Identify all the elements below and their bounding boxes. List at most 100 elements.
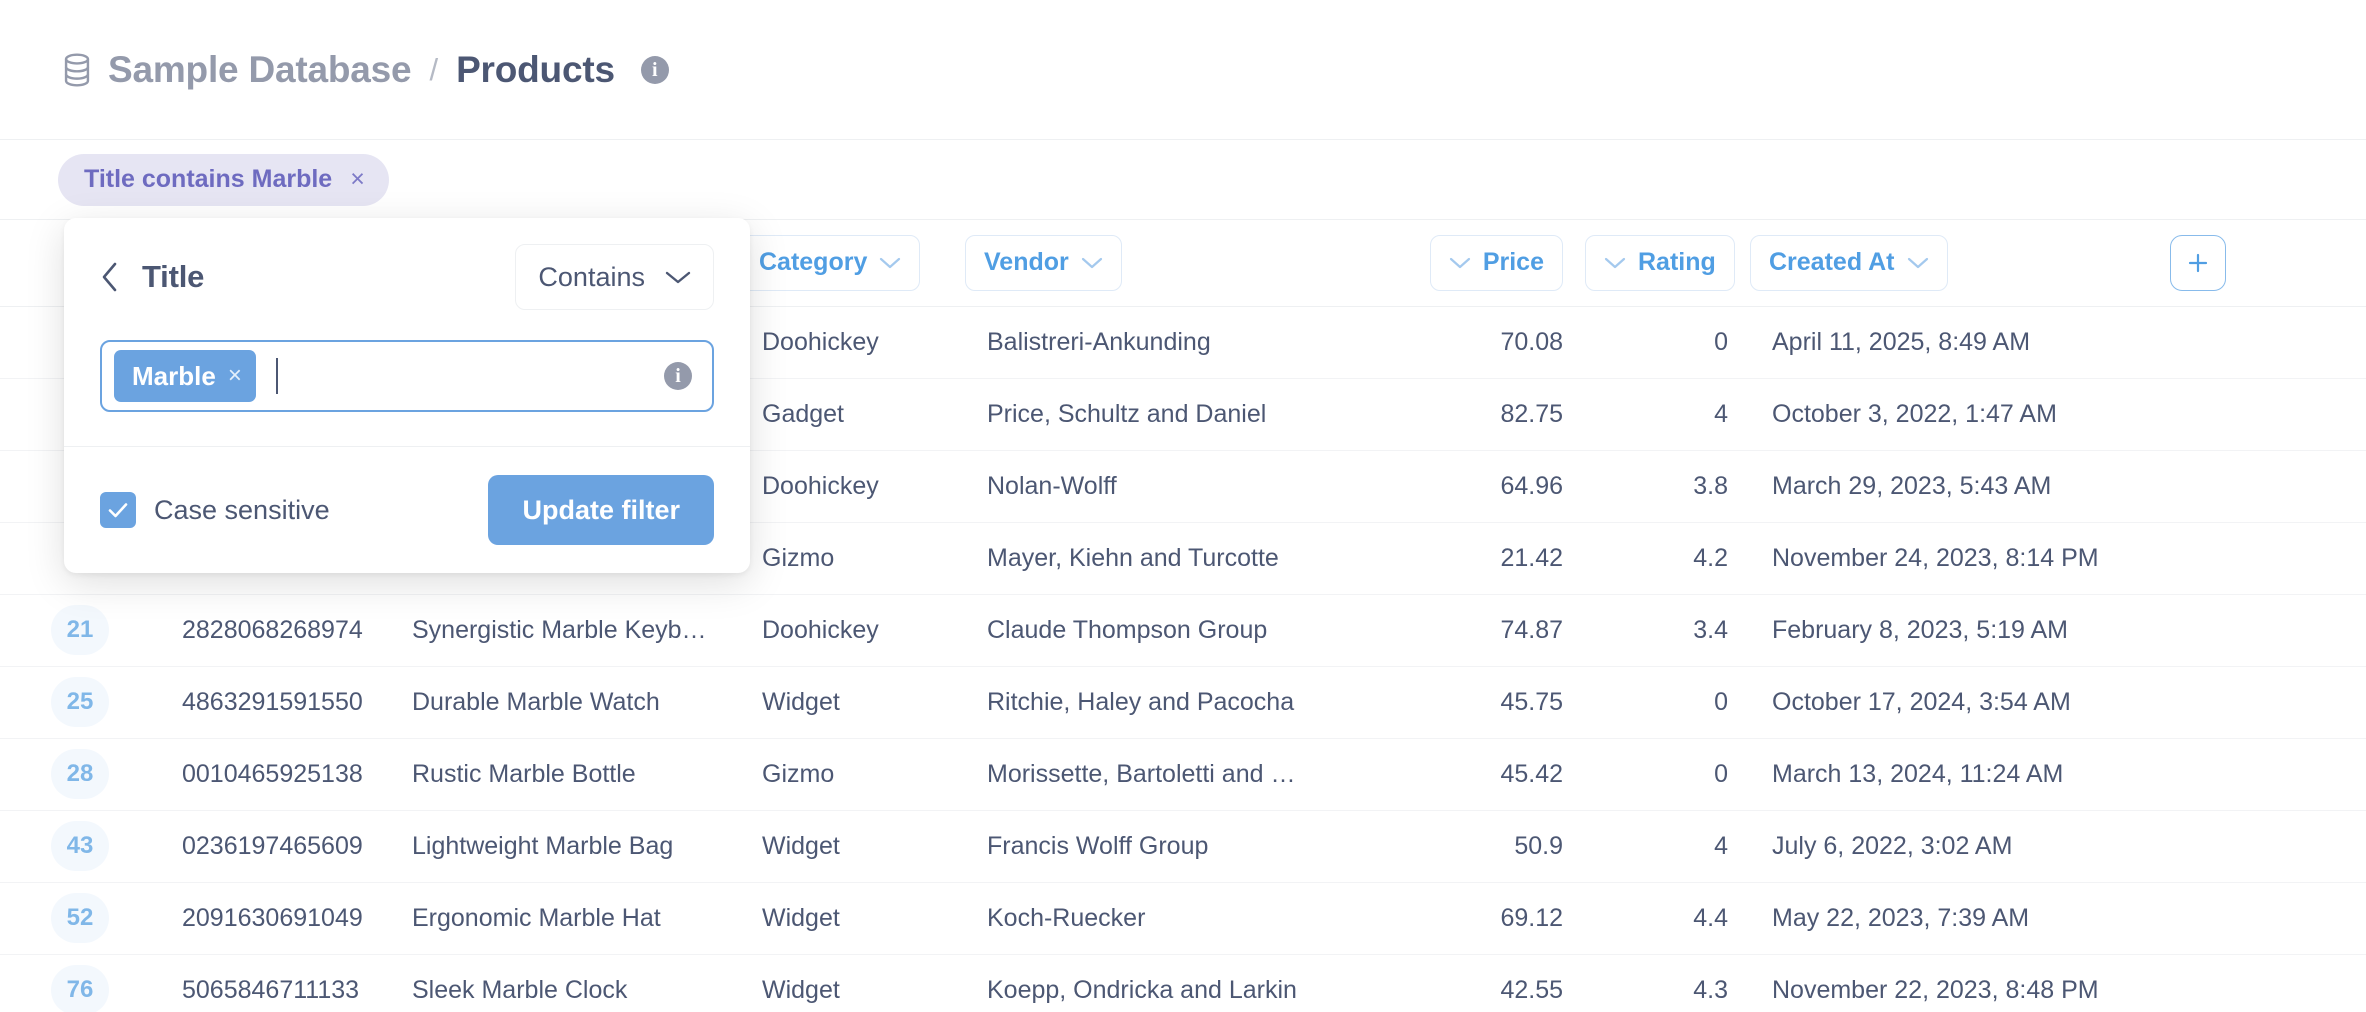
cell-price[interactable]: 69.12	[1345, 882, 1585, 954]
filter-operator-select[interactable]: Contains	[515, 244, 714, 310]
filter-pill-title-contains-marble[interactable]: Title contains Marble ×	[58, 154, 389, 206]
column-header-add[interactable]	[2170, 220, 2366, 306]
cell-price[interactable]: 45.75	[1345, 666, 1585, 738]
cell-rating[interactable]: 4	[1585, 378, 1750, 450]
row-id-badge[interactable]: 28	[51, 749, 109, 799]
cell-created-at[interactable]: May 22, 2023, 7:39 AM	[1750, 882, 2170, 954]
cell-category[interactable]: Doohickey	[740, 450, 965, 522]
cell-price[interactable]: 21.42	[1345, 522, 1585, 594]
cell-title[interactable]: Durable Marble Watch	[390, 666, 740, 738]
cell-rating[interactable]: 4.3	[1585, 954, 1750, 1012]
cell-rating[interactable]: 0	[1585, 666, 1750, 738]
column-header-vendor[interactable]: Vendor	[965, 220, 1345, 306]
cell-ean[interactable]: 2828068268974	[160, 594, 390, 666]
cell-created-at[interactable]: July 6, 2022, 3:02 AM	[1750, 810, 2170, 882]
cell-rating[interactable]: 3.4	[1585, 594, 1750, 666]
cell-ean[interactable]: 4863291591550	[160, 666, 390, 738]
cell-ean[interactable]: 0236197465609	[160, 810, 390, 882]
column-header-vendor-button[interactable]: Vendor	[965, 235, 1122, 291]
add-column-button[interactable]	[2170, 235, 2226, 291]
column-header-created-at-button[interactable]: Created At	[1750, 235, 1948, 291]
cell-title[interactable]: Lightweight Marble Bag	[390, 810, 740, 882]
cell-vendor[interactable]: Price, Schultz and Daniel	[965, 378, 1345, 450]
column-header-created-at[interactable]: Created At	[1750, 220, 2170, 306]
update-filter-button[interactable]: Update filter	[488, 475, 714, 545]
table-row[interactable]: 21 2828068268974Synergistic Marble Keyb…D…	[0, 594, 2366, 666]
cell-category[interactable]: Doohickey	[740, 306, 965, 378]
info-icon[interactable]: i	[664, 362, 692, 390]
filter-value-token-remove-icon[interactable]: ×	[228, 364, 242, 388]
cell-created-at[interactable]: March 13, 2024, 11:24 AM	[1750, 738, 2170, 810]
table-row[interactable]: 43 0236197465609Lightweight Marble BagWid…	[0, 810, 2366, 882]
column-header-rating-button[interactable]: Rating	[1585, 235, 1735, 291]
column-header-price-button[interactable]: Price	[1430, 235, 1563, 291]
cell-id[interactable]: 25	[0, 666, 160, 738]
cell-price[interactable]: 45.42	[1345, 738, 1585, 810]
table-row[interactable]: 28 0010465925138Rustic Marble BottleGizmo…	[0, 738, 2366, 810]
cell-created-at[interactable]: April 11, 2025, 8:49 AM	[1750, 306, 2170, 378]
cell-category[interactable]: Gizmo	[740, 738, 965, 810]
cell-vendor[interactable]: Claude Thompson Group	[965, 594, 1345, 666]
cell-vendor[interactable]: Morissette, Bartoletti and …	[965, 738, 1345, 810]
filter-value-token[interactable]: Marble ×	[114, 350, 256, 402]
cell-title[interactable]: Sleek Marble Clock	[390, 954, 740, 1012]
column-header-category[interactable]: Category	[740, 220, 965, 306]
cell-vendor[interactable]: Koch-Ruecker	[965, 882, 1345, 954]
cell-vendor[interactable]: Balistreri-Ankunding	[965, 306, 1345, 378]
row-id-badge[interactable]: 43	[51, 821, 109, 871]
cell-price[interactable]: 64.96	[1345, 450, 1585, 522]
cell-price[interactable]: 42.55	[1345, 954, 1585, 1012]
cell-created-at[interactable]: November 22, 2023, 8:48 PM	[1750, 954, 2170, 1012]
info-icon[interactable]: i	[641, 56, 669, 84]
cell-category[interactable]: Gadget	[740, 378, 965, 450]
cell-vendor[interactable]: Koepp, Ondricka and Larkin	[965, 954, 1345, 1012]
cell-price[interactable]: 74.87	[1345, 594, 1585, 666]
row-id-badge[interactable]: 76	[51, 965, 109, 1012]
cell-id[interactable]: 28	[0, 738, 160, 810]
cell-id[interactable]: 43	[0, 810, 160, 882]
cell-id[interactable]: 21	[0, 594, 160, 666]
cell-id[interactable]: 76	[0, 954, 160, 1012]
table-row[interactable]: 765065846711133Sleek Marble ClockWidgetK…	[0, 954, 2366, 1012]
cell-category[interactable]: Doohickey	[740, 594, 965, 666]
cell-ean[interactable]: 5065846711133	[160, 954, 390, 1012]
case-sensitive-checkbox[interactable]	[100, 492, 136, 528]
case-sensitive-toggle[interactable]: Case sensitive	[100, 492, 330, 528]
column-header-rating[interactable]: Rating	[1585, 220, 1750, 306]
row-id-badge[interactable]: 25	[51, 677, 109, 727]
cell-category[interactable]: Widget	[740, 666, 965, 738]
cell-created-at[interactable]: October 3, 2022, 1:47 AM	[1750, 378, 2170, 450]
cell-ean[interactable]: 2091630691049	[160, 882, 390, 954]
cell-title[interactable]: Synergistic Marble Keyb…	[390, 594, 740, 666]
cell-vendor[interactable]: Francis Wolff Group	[965, 810, 1345, 882]
row-id-badge[interactable]: 21	[51, 605, 109, 655]
cell-category[interactable]: Gizmo	[740, 522, 965, 594]
chevron-left-icon[interactable]	[100, 261, 120, 293]
cell-category[interactable]: Widget	[740, 810, 965, 882]
cell-category[interactable]: Widget	[740, 882, 965, 954]
filter-value-input[interactable]: Marble × i	[100, 340, 714, 412]
cell-rating[interactable]: 3.8	[1585, 450, 1750, 522]
cell-vendor[interactable]: Mayer, Kiehn and Turcotte	[965, 522, 1345, 594]
table-row[interactable]: 25 4863291591550Durable Marble WatchWidge…	[0, 666, 2366, 738]
cell-vendor[interactable]: Ritchie, Haley and Pacocha	[965, 666, 1345, 738]
cell-vendor[interactable]: Nolan-Wolff	[965, 450, 1345, 522]
cell-created-at[interactable]: March 29, 2023, 5:43 AM	[1750, 450, 2170, 522]
cell-id[interactable]: 52	[0, 882, 160, 954]
cell-created-at[interactable]: October 17, 2024, 3:54 AM	[1750, 666, 2170, 738]
cell-price[interactable]: 82.75	[1345, 378, 1585, 450]
filter-pill-remove-icon[interactable]: ×	[350, 167, 365, 192]
column-header-price[interactable]: Price	[1345, 220, 1585, 306]
cell-rating[interactable]: 0	[1585, 738, 1750, 810]
cell-ean[interactable]: 0010465925138	[160, 738, 390, 810]
cell-title[interactable]: Rustic Marble Bottle	[390, 738, 740, 810]
cell-rating[interactable]: 4.4	[1585, 882, 1750, 954]
column-header-category-button[interactable]: Category	[740, 235, 920, 291]
cell-created-at[interactable]: November 24, 2023, 8:14 PM	[1750, 522, 2170, 594]
cell-created-at[interactable]: February 8, 2023, 5:19 AM	[1750, 594, 2170, 666]
cell-price[interactable]: 50.9	[1345, 810, 1585, 882]
row-id-badge[interactable]: 52	[51, 893, 109, 943]
table-row[interactable]: 52 2091630691049Ergonomic Marble HatWidge…	[0, 882, 2366, 954]
cell-title[interactable]: Ergonomic Marble Hat	[390, 882, 740, 954]
cell-rating[interactable]: 4.2	[1585, 522, 1750, 594]
